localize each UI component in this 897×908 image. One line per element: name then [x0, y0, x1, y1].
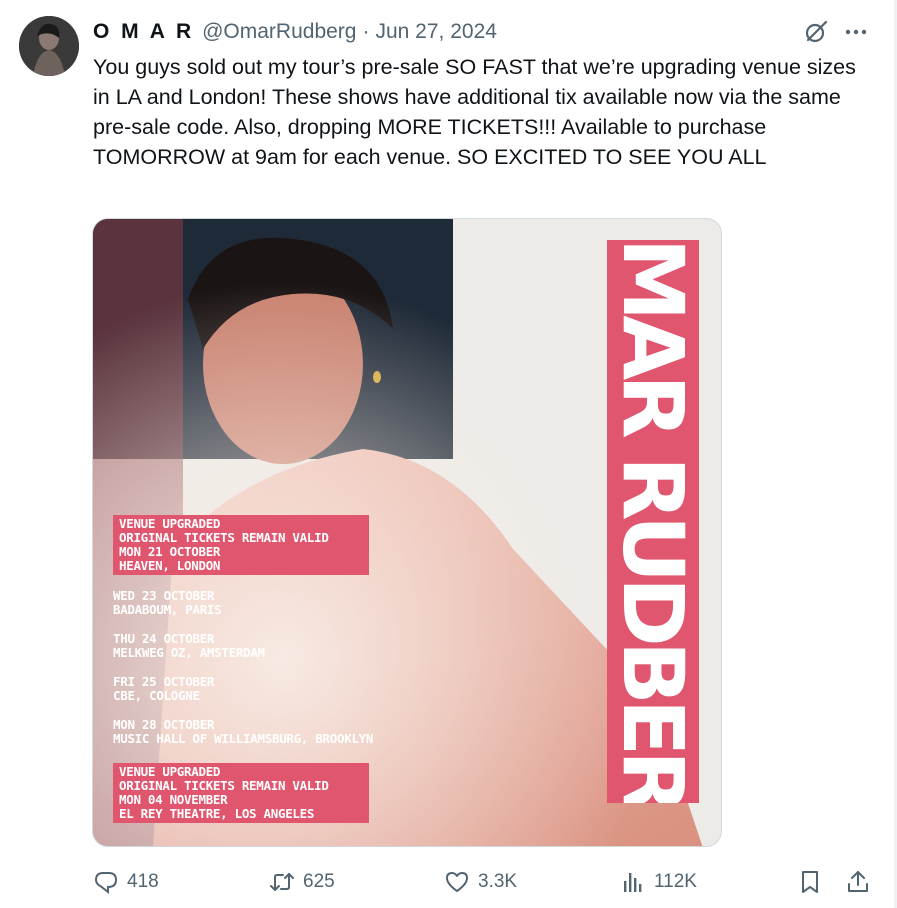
views-count: 112K	[654, 871, 697, 892]
poster-artist-name: OMAR RUDBERG	[607, 240, 699, 803]
like-icon	[446, 872, 468, 892]
tweet: O M A R @OmarRudberg · Jun 27, 2024 You …	[0, 0, 897, 908]
author-handle[interactable]: @OmarRudberg	[202, 20, 356, 44]
avatar[interactable]	[19, 16, 79, 76]
reply-icon	[94, 872, 118, 895]
tweet-date[interactable]: Jun 27, 2024	[375, 20, 496, 44]
share-button[interactable]	[845, 860, 879, 904]
poster-event-london: VENUE UPGRADED ORIGINAL TICKETS REMAIN V…	[113, 515, 369, 575]
views-button[interactable]: 112K	[620, 860, 697, 904]
tweet-text: You guys sold out my tour’s pre-sale SO …	[93, 55, 856, 169]
reply-count: 418	[127, 871, 159, 892]
repost-button[interactable]: 625	[269, 860, 335, 904]
author-name[interactable]: O M A R	[93, 20, 194, 44]
more-icon[interactable]	[843, 19, 869, 45]
tweet-header: O M A R @OmarRudberg · Jun 27, 2024	[93, 19, 497, 45]
like-count: 3.3K	[478, 871, 518, 892]
bookmark-icon	[802, 871, 818, 893]
poster-event-cologne: FRI 25 OCTOBER CBE, COLOGNE	[113, 674, 215, 703]
repost-count: 625	[303, 871, 335, 892]
separator: ·	[362, 20, 370, 43]
views-icon	[624, 873, 642, 892]
tweet-actions: 418 625 3.3K 112K	[0, 860, 897, 904]
poster-event-brooklyn: MON 28 OCTOBER MUSIC HALL OF WILLIAMSBUR…	[113, 717, 374, 746]
poster-event-paris: WED 23 OCTOBER BADABOUM, PARIS	[113, 588, 222, 617]
tweet-media-poster[interactable]: OMAR RUDBERG VENUE UPGRADED ORIGINAL TIC…	[92, 218, 722, 847]
repost-icon	[270, 873, 294, 891]
poster-event-amsterdam: THU 24 OCTOBER MELKWEG OZ, AMSTERDAM	[113, 631, 265, 660]
share-icon	[848, 871, 868, 892]
grok-icon[interactable]	[803, 19, 829, 45]
reply-button[interactable]: 418	[93, 860, 159, 904]
like-button[interactable]: 3.3K	[444, 860, 517, 904]
poster-event-los-angeles: VENUE UPGRADED ORIGINAL TICKETS REMAIN V…	[113, 763, 369, 823]
bookmark-button[interactable]	[797, 860, 831, 904]
